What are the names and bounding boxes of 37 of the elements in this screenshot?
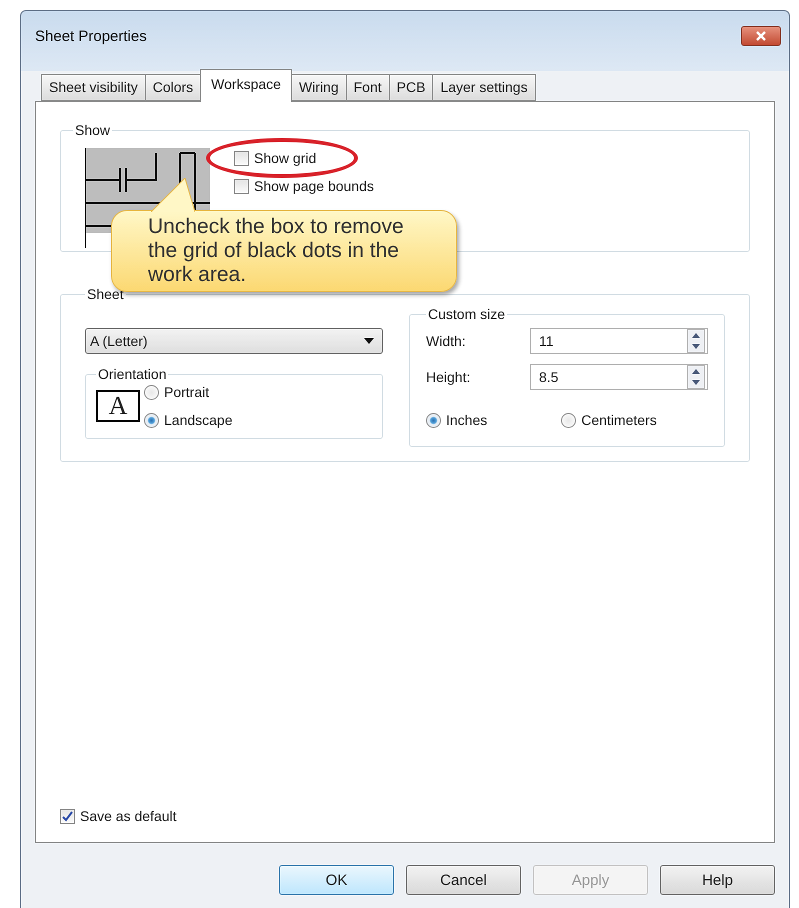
callout-text: Uncheck the box to remove the grid of black dots in the work area. bbox=[148, 215, 405, 287]
checkmark-icon bbox=[62, 810, 73, 822]
spin-up-icon[interactable] bbox=[692, 369, 700, 374]
group-label: Custom size bbox=[427, 306, 506, 322]
tab[interactable]: PCB bbox=[388, 74, 434, 101]
close-icon bbox=[755, 31, 767, 41]
tab[interactable]: Colors bbox=[144, 74, 202, 101]
radio-option[interactable]: Landscape bbox=[144, 412, 233, 428]
spin-down-icon[interactable] bbox=[692, 344, 700, 349]
tab[interactable]: Font bbox=[346, 74, 390, 101]
tab[interactable]: Wiring bbox=[290, 74, 347, 101]
dialog-button[interactable]: Help bbox=[660, 865, 775, 895]
page-orientation-icon: A bbox=[96, 390, 140, 422]
number-field[interactable]: 8.5 bbox=[530, 364, 708, 390]
close-button[interactable] bbox=[741, 26, 781, 46]
tab[interactable]: Sheet visibility bbox=[41, 74, 146, 101]
spin-up-icon[interactable] bbox=[692, 333, 700, 338]
field-label: Height: bbox=[426, 369, 470, 385]
dialog-button[interactable]: OK bbox=[279, 865, 394, 895]
group-label: Show bbox=[74, 122, 112, 138]
group-label: Sheet bbox=[86, 286, 125, 302]
group-label: Orientation bbox=[97, 366, 168, 382]
tab[interactable]: Layer settings bbox=[432, 74, 536, 101]
radio-option[interactable]: Portrait bbox=[144, 384, 233, 400]
radio-option[interactable]: Centimeters bbox=[561, 412, 657, 428]
window-title: Sheet Properties bbox=[35, 28, 147, 44]
checkbox-option[interactable]: Show grid bbox=[234, 150, 374, 166]
number-field[interactable]: 11 bbox=[530, 328, 708, 354]
caret-icon bbox=[364, 338, 374, 344]
radio-option[interactable]: Inches bbox=[426, 412, 488, 428]
spin-down-icon[interactable] bbox=[692, 380, 700, 385]
field-label: Width: bbox=[426, 333, 466, 349]
checkbox-option[interactable]: Show page bounds bbox=[234, 178, 374, 194]
checkbox-option[interactable]: Save as default bbox=[60, 808, 750, 824]
dialog-button[interactable]: Cancel bbox=[406, 865, 521, 895]
sheet-size-dropdown[interactable]: A (Letter) bbox=[85, 328, 383, 354]
tab[interactable]: Workspace bbox=[200, 69, 292, 102]
